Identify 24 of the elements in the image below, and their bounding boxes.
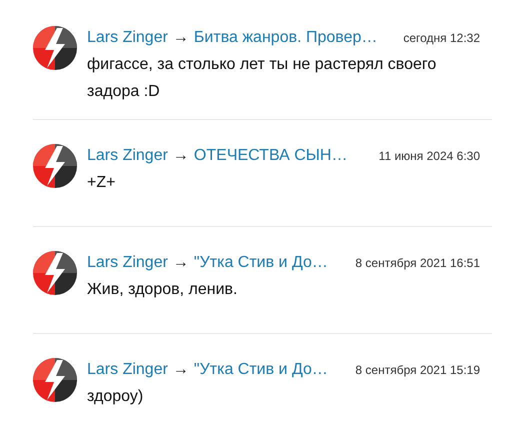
lightning-avatar-icon (33, 251, 77, 295)
comment-date: 8 сентября 2021 16:51 (354, 255, 481, 272)
lightning-avatar-icon (33, 26, 77, 70)
arrow-separator: → (172, 360, 189, 380)
arrow-separator: → (172, 146, 189, 166)
comment-text: +Z+ (87, 173, 116, 193)
comment-text: здороу) (87, 387, 144, 407)
lightning-avatar-icon (33, 144, 77, 188)
comment-date: 11 июня 2024 6:30 (378, 148, 481, 165)
comment-date: 8 сентября 2021 15:19 (354, 362, 481, 379)
author-link[interactable]: Lars Zinger (87, 251, 168, 275)
comment-date: сегодня 12:32 (402, 30, 481, 47)
topic-link[interactable]: "Утка Стив и До… (194, 251, 328, 275)
author-link[interactable]: Lars Zinger (87, 26, 168, 50)
arrow-separator: → (172, 28, 189, 48)
comment-text: фигассе, за столько лет ты не растерял своего задора :D (87, 55, 438, 102)
topic-link[interactable]: ОТЕЧЕСТВА СЫН… (194, 144, 348, 168)
comment-text: Жив, здоров, ленив. (87, 280, 238, 300)
arrow-separator: → (172, 253, 189, 273)
author-link[interactable]: Lars Zinger (87, 358, 168, 382)
topic-link[interactable]: Битва жанров. Провер… (194, 26, 378, 50)
author-link[interactable]: Lars Zinger (87, 144, 168, 168)
lightning-avatar-icon (33, 358, 77, 402)
topic-link[interactable]: "Утка Стив и До… (194, 358, 328, 382)
